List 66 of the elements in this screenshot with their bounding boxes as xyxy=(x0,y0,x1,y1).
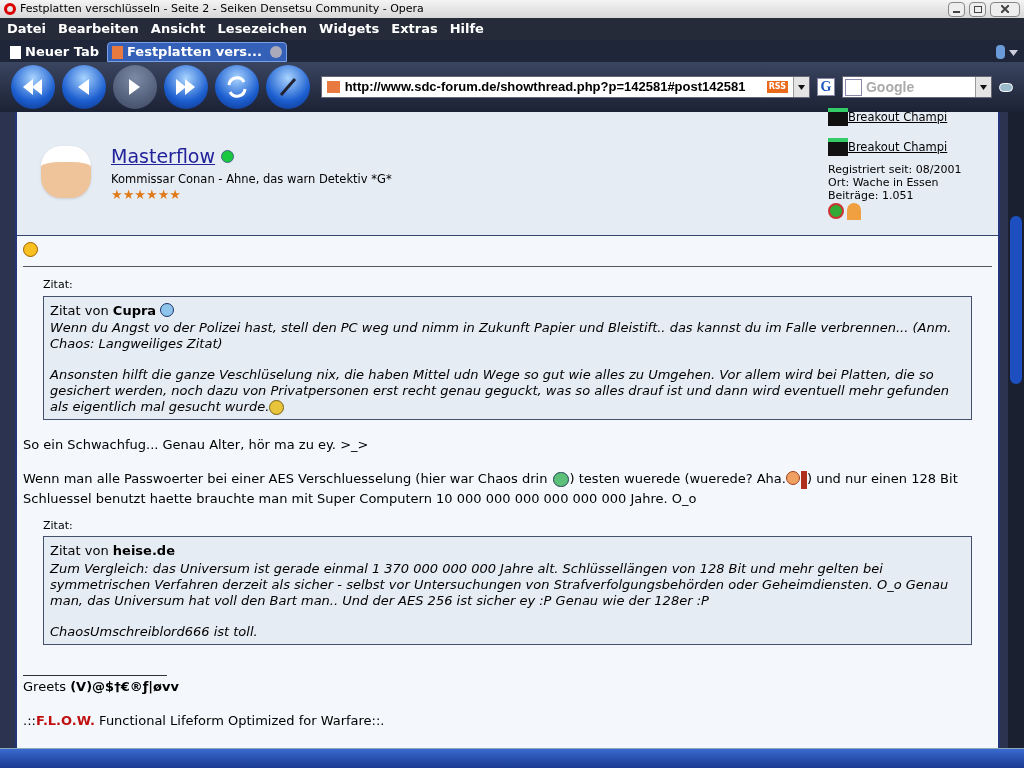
menu-item[interactable]: Extras xyxy=(391,19,438,39)
signature-greeting: Greets (V)@$†€®ƒ|øvv xyxy=(23,677,180,696)
post-text: Wenn man alle Passwoerter bei einer AES Verschluesselung (hier war Chaos drin ) testen wuerede (wuerede? Aha. ) und nur einen 128 Bit Schluessel benutzt haette brauchte man mit Super Computern 10 000 000 000 000 000 000 Jahre. O_o xyxy=(23,469,959,508)
quote-text: Ansonsten hilft die ganze Veschlüselung nix, die haben Mittel udn Wege so gut wie alles zu Umgehen. Vor allem wird bei Platten, die so gesichert werden, noch dazu von Privatpersonen erst recht genau geguckt, was so alles drauf ist und dann wird eventuell mehr gefunden als eigentlich mal gesucht wurde. xyxy=(50,367,950,415)
browser-logo-icon xyxy=(4,3,16,15)
quote-label: Zitat: xyxy=(43,517,74,534)
arrow-icon xyxy=(129,79,141,95)
search-field[interactable]: Google xyxy=(866,76,971,98)
url-text: http://www.sdc-forum.de/showthread.php?p=142581#post142581 xyxy=(344,78,747,97)
menu-item[interactable]: Lesezeichen xyxy=(217,19,308,39)
maximize-button[interactable] xyxy=(969,1,986,17)
head-and-wall-icon xyxy=(785,470,807,489)
user-info: Beiträge: 1.051 xyxy=(828,189,915,202)
close-tab-icon[interactable] xyxy=(269,46,282,58)
award-link[interactable]: Breakout Champi xyxy=(848,108,948,126)
menu-item[interactable]: Bearbeiten xyxy=(58,19,139,39)
game-trophy-icon xyxy=(828,108,848,126)
back-button[interactable] xyxy=(61,65,106,109)
search-box[interactable]: Google xyxy=(842,76,992,98)
award-link[interactable]: Breakout Champi xyxy=(848,138,948,156)
quote-text: ChaosUmschreiblord666 ist toll. xyxy=(50,623,259,640)
quote-label: Zitat: xyxy=(43,277,74,293)
address-field[interactable]: http://www.sdc-forum.de/showthread.php?p=142581#post142581 RSS xyxy=(320,76,810,98)
close-button[interactable] xyxy=(990,1,1020,17)
arrow-icon xyxy=(176,79,196,95)
minimize-button[interactable] xyxy=(948,1,965,17)
close-icon xyxy=(1001,5,1009,13)
edit-button[interactable] xyxy=(265,65,310,109)
menu-item[interactable]: Datei xyxy=(7,19,47,39)
caret-icon xyxy=(798,84,805,90)
rank-stars: ★★★★★★ xyxy=(111,187,182,201)
arrow-icon xyxy=(78,79,90,95)
user-info: Registriert seit: 08/2001 xyxy=(828,163,963,176)
window-title: Festplatten verschlüsseln - Seite 2 - Seiken Densetsu Community - Opera xyxy=(20,0,425,17)
avatar-drawing xyxy=(41,146,91,198)
quote-source: Zitat von Cupra xyxy=(50,301,157,320)
post-text: So ein Schwachfug... Genau Alter, hör ma zu ey. >_> xyxy=(23,436,370,454)
menu-item[interactable]: Widgets xyxy=(319,19,380,39)
rewind-button[interactable] xyxy=(11,65,55,109)
quote-text: Wenn du Angst vo der Polizei hast, stell den PC weg und nimm in Zukunft Papier und Bleistift.. das kannst du im Falle verbrennen... (Anm. Chaos: Langweiliges Zitat) xyxy=(50,320,953,352)
tab[interactable]: Neuer Tab xyxy=(6,42,103,62)
reload-button[interactable] xyxy=(214,65,259,109)
favicon-icon xyxy=(112,45,123,59)
arrow-icon xyxy=(23,79,43,95)
user-info: Ort: Wache in Essen xyxy=(828,176,940,189)
search-engine-button[interactable]: G xyxy=(817,78,835,96)
caret-icon xyxy=(980,84,987,90)
favicon-icon xyxy=(326,81,340,93)
user-title: Kommissar Conan - Ahne, das warn Detektiv *G* xyxy=(111,170,392,188)
dropdown-button[interactable] xyxy=(975,77,991,97)
quote-source: Zitat von heise.de xyxy=(50,542,175,560)
signature-motto: .::F.L.O.W. Functional Lifeform Optimized for Warfare::. xyxy=(23,712,386,730)
quote-text: Zum Vergleich: das Universum ist gerade einmal 1 370 000 000 000 Jahre alt. Schlüssellängen von 128 Bit und mehr gelten bei symmetrischen Verfahren derzeit als sicher - selbst vor Untersuchungen von Strafverfolgungsbehörden oder Geheimdiensten. O_o Genau man, das Universum hat voll den Bart man.. Und der AES 256 ist sicher ey :P Genau wie der 128er :P xyxy=(50,560,950,609)
caret-icon[interactable] xyxy=(1009,50,1018,56)
grinning-smiley-icon xyxy=(552,472,569,487)
menu-item[interactable]: Ansicht xyxy=(150,19,206,39)
menu-item[interactable]: Hilfe xyxy=(449,19,484,39)
game-trophy-icon xyxy=(828,138,848,156)
eye-icon[interactable] xyxy=(999,82,1013,92)
page-icon xyxy=(10,45,21,59)
dropdown-button[interactable] xyxy=(793,77,809,97)
fastforward-button[interactable] xyxy=(163,65,208,109)
username-link[interactable]: Masterflow xyxy=(111,142,216,171)
search-engine-icon xyxy=(845,78,862,96)
tab[interactable]: Festplatten vers... xyxy=(107,42,287,62)
smiley-icon xyxy=(269,400,285,415)
